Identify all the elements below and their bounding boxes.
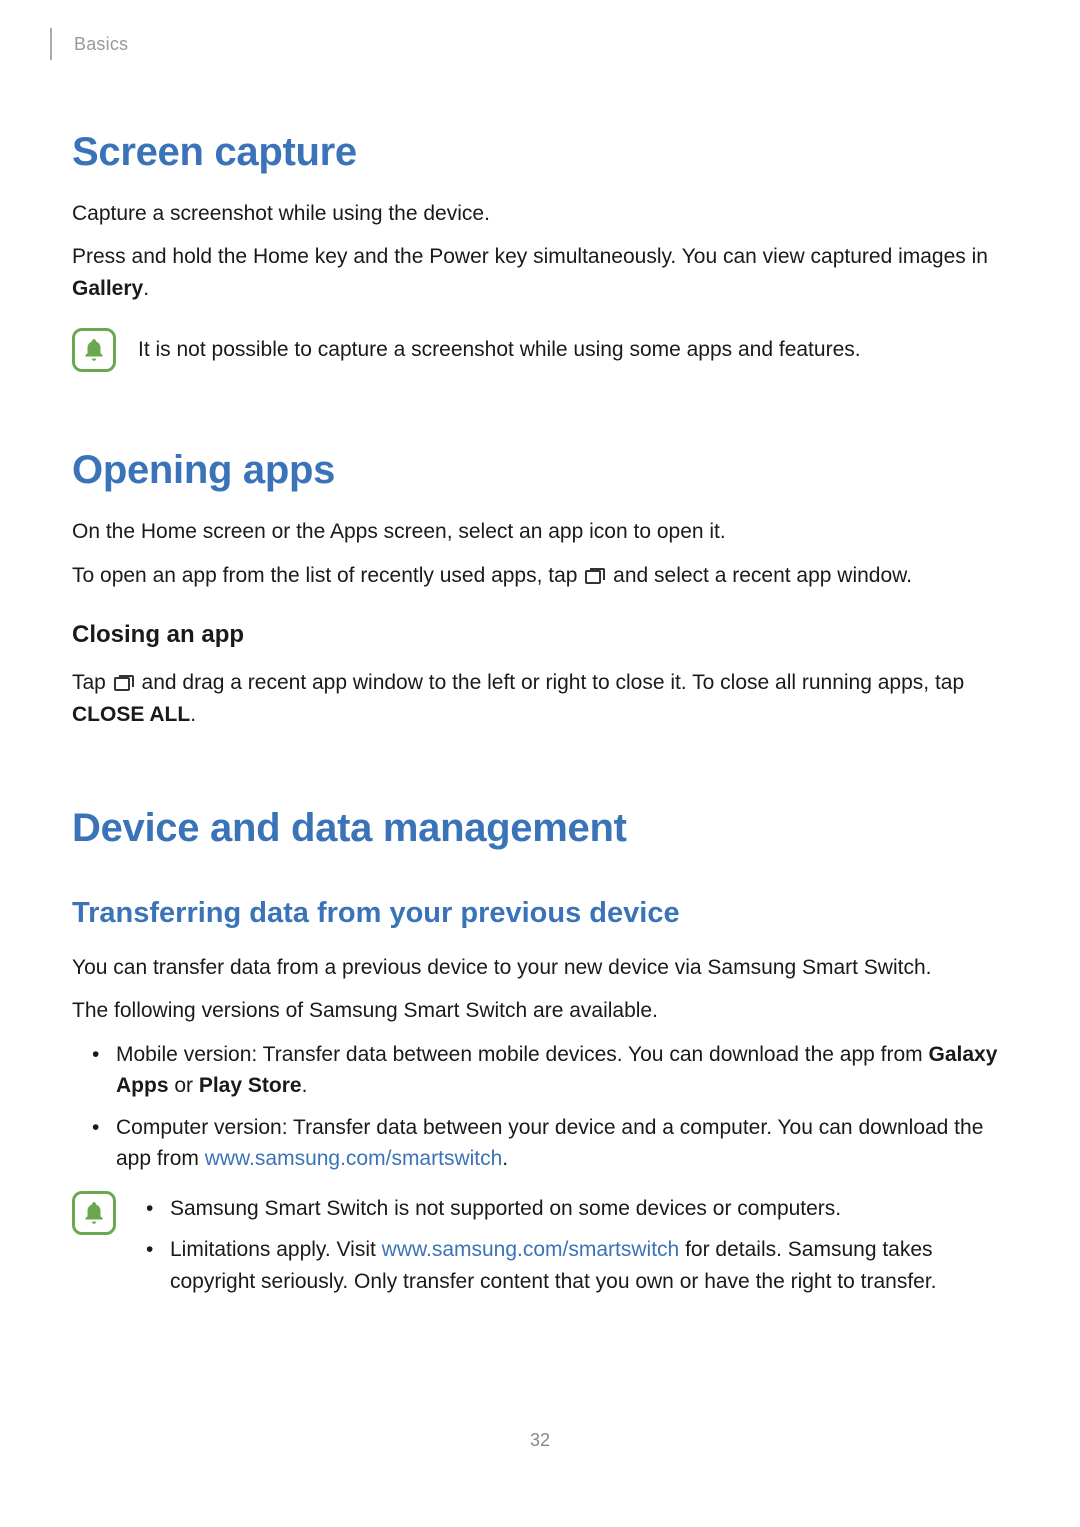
link-smartswitch[interactable]: www.samsung.com/smartswitch bbox=[382, 1238, 680, 1261]
list-item: Samsung Smart Switch is not supported on… bbox=[138, 1193, 1008, 1225]
page-content: Screen capture Capture a screenshot whil… bbox=[50, 122, 1008, 1455]
paragraph: Capture a screenshot while using the dev… bbox=[72, 198, 1008, 230]
paragraph: On the Home screen or the Apps screen, s… bbox=[72, 516, 1008, 548]
paragraph: You can transfer data from a previous de… bbox=[72, 952, 1008, 984]
section-device-data: Device and data management Transferring … bbox=[72, 798, 1008, 1307]
note-block: Samsung Smart Switch is not supported on… bbox=[72, 1189, 1008, 1308]
heading-device-data: Device and data management bbox=[72, 798, 1008, 858]
list-item: Limitations apply. Visit www.samsung.com… bbox=[138, 1234, 1008, 1297]
bold-text: CLOSE ALL bbox=[72, 703, 190, 726]
heading-transferring-data: Transferring data from your previous dev… bbox=[72, 892, 1008, 936]
recent-apps-icon bbox=[585, 568, 605, 584]
paragraph: The following versions of Samsung Smart … bbox=[72, 995, 1008, 1027]
heading-screen-capture: Screen capture bbox=[72, 122, 1008, 182]
bold-text: Play Store bbox=[199, 1074, 302, 1097]
note-bell-icon bbox=[72, 1191, 116, 1235]
heading-closing-app: Closing an app bbox=[72, 617, 1008, 653]
paragraph: To open an app from the list of recently… bbox=[72, 560, 1008, 592]
bold-text: Gallery bbox=[72, 277, 143, 300]
note-text: It is not possible to capture a screensh… bbox=[138, 326, 1008, 366]
note-body: Samsung Smart Switch is not supported on… bbox=[138, 1189, 1008, 1308]
list-item: Mobile version: Transfer data between mo… bbox=[72, 1039, 1008, 1102]
recent-apps-icon bbox=[114, 675, 134, 691]
page-header: Basics bbox=[50, 28, 1008, 60]
heading-opening-apps: Opening apps bbox=[72, 440, 1008, 500]
list-item: Computer version: Transfer data between … bbox=[72, 1112, 1008, 1175]
paragraph: Tap and drag a recent app window to the … bbox=[72, 667, 1008, 730]
note-block: It is not possible to capture a screensh… bbox=[72, 326, 1008, 372]
bullet-list: Samsung Smart Switch is not supported on… bbox=[138, 1193, 1008, 1298]
note-bell-icon bbox=[72, 328, 116, 372]
bullet-list: Mobile version: Transfer data between mo… bbox=[72, 1039, 1008, 1175]
section-opening-apps: Opening apps On the Home screen or the A… bbox=[72, 440, 1008, 730]
link-smartswitch[interactable]: www.samsung.com/smartswitch bbox=[205, 1147, 503, 1170]
page-number: 32 bbox=[72, 1427, 1008, 1454]
paragraph: Press and hold the Home key and the Powe… bbox=[72, 241, 1008, 304]
section-screen-capture: Screen capture Capture a screenshot whil… bbox=[72, 122, 1008, 373]
breadcrumb: Basics bbox=[74, 34, 128, 54]
